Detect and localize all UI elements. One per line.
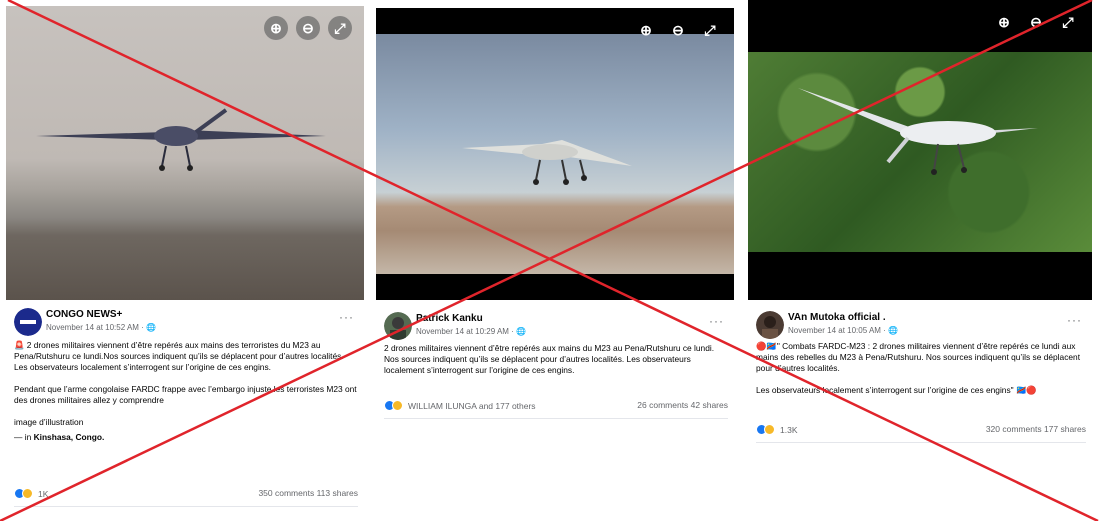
comments-shares-count[interactable]: 320 comments 177 shares xyxy=(986,424,1086,434)
post-location: — in Kinshasa, Congo. xyxy=(14,432,358,443)
post-timestamp[interactable]: November 14 at 10:29 AM · 🌐 xyxy=(416,327,526,336)
fullscreen-icon[interactable]: ⤢ xyxy=(328,16,352,40)
avatar[interactable] xyxy=(384,312,412,340)
divider xyxy=(756,442,1086,443)
zoom-out-icon[interactable]: ⊖ xyxy=(296,16,320,40)
post-photo[interactable]: ⊕ ⊖ ⤢ xyxy=(376,8,734,300)
post-photo[interactable]: ⊕ ⊖ ⤢ xyxy=(6,6,364,300)
post-card-congo-news: ⊕ ⊖ ⤢ CONGO NEWS+ November 14 at 10:52 A… xyxy=(6,0,364,521)
avatar[interactable] xyxy=(756,311,784,339)
zoom-in-icon[interactable]: ⊕ xyxy=(264,16,288,40)
care-reaction-icon xyxy=(22,488,33,499)
care-reaction-icon xyxy=(764,424,775,435)
comments-shares-count[interactable]: 26 comments 42 shares xyxy=(637,400,728,410)
more-options-icon[interactable]: ··· xyxy=(1067,313,1082,327)
avatar[interactable] xyxy=(14,308,42,336)
divider xyxy=(384,418,728,419)
reaction-count: WILLIAM ILUNGA and 177 others xyxy=(408,400,536,411)
reaction-count: 1.3K xyxy=(780,424,798,435)
reaction-count: 1K xyxy=(38,488,49,499)
post-paragraph: Les observateurs localement s’interrogen… xyxy=(756,385,1037,395)
zoom-out-icon[interactable]: ⊖ xyxy=(1024,10,1048,34)
zoom-in-icon[interactable]: ⊕ xyxy=(992,10,1016,34)
divider xyxy=(14,506,358,507)
post-paragraph: 🔴🇨🇩" Combats FARDC-M23 : 2 drones milita… xyxy=(756,341,1081,373)
post-stats: WILLIAM ILUNGA and 177 others 26 comment… xyxy=(384,400,728,414)
post-stats: 1.3K 320 comments 177 shares xyxy=(756,424,1086,438)
care-reaction-icon xyxy=(392,400,403,411)
more-options-icon[interactable]: ··· xyxy=(709,314,724,328)
location-prefix: — in xyxy=(14,432,34,442)
post-paragraph: image d’illustration xyxy=(14,417,84,427)
post-photo[interactable]: ⊕ ⊖ ⤢ xyxy=(748,0,1092,300)
fullscreen-icon[interactable]: ⤢ xyxy=(698,18,722,42)
reactions-summary[interactable]: WILLIAM ILUNGA and 177 others xyxy=(384,400,536,411)
reactions-summary[interactable]: 1K xyxy=(14,488,48,499)
post-card-patrick-kanku: ⊕ ⊖ ⤢ Patrick Kanku November 14 at 10:29… xyxy=(376,0,734,521)
post-timestamp[interactable]: November 14 at 10:52 AM · 🌐 xyxy=(46,323,156,332)
post-author[interactable]: CONGO NEWS+ xyxy=(46,309,122,320)
post-text: 🚨 2 drones militaires viennent d’être re… xyxy=(14,340,358,443)
drone-illustration xyxy=(36,108,326,171)
post-card-van-mutoka: ⊕ ⊖ ⤢ VAn Mutoka official . November 14 … xyxy=(748,0,1092,521)
post-header: Patrick Kanku November 14 at 10:29 AM · … xyxy=(384,312,726,342)
post-paragraph: Pendant que l’arme congolaise FARDC frap… xyxy=(14,384,357,405)
fullscreen-icon[interactable]: ⤢ xyxy=(1056,10,1080,34)
post-author[interactable]: Patrick Kanku xyxy=(416,313,483,324)
zoom-in-icon[interactable]: ⊕ xyxy=(634,18,658,42)
drone-illustration xyxy=(798,88,1038,175)
image-zoom-controls: ⊕ ⊖ ⤢ xyxy=(992,10,1080,34)
post-paragraph: 2 drones militaires viennent d’être repé… xyxy=(384,343,715,375)
post-text: 🔴🇨🇩" Combats FARDC-M23 : 2 drones milita… xyxy=(756,341,1086,396)
post-stats: 1K 350 comments 113 shares xyxy=(14,488,358,502)
post-text: 2 drones militaires viennent d’être repé… xyxy=(384,343,728,376)
image-zoom-controls: ⊕ ⊖ ⤢ xyxy=(264,16,352,40)
post-author[interactable]: VAn Mutoka official . xyxy=(788,312,886,323)
drone-illustration xyxy=(462,140,632,185)
comments-shares-count[interactable]: 350 comments 113 shares xyxy=(258,488,358,498)
post-header: VAn Mutoka official . November 14 at 10:… xyxy=(756,311,1084,341)
reactions-summary[interactable]: 1.3K xyxy=(756,424,798,435)
image-zoom-controls: ⊕ ⊖ ⤢ xyxy=(634,18,722,42)
more-options-icon[interactable]: ··· xyxy=(339,310,354,324)
zoom-out-icon[interactable]: ⊖ xyxy=(666,18,690,42)
post-paragraph: 🚨 2 drones militaires viennent d’être re… xyxy=(14,340,344,372)
post-header: CONGO NEWS+ November 14 at 10:52 AM · 🌐 … xyxy=(14,308,356,338)
post-timestamp[interactable]: November 14 at 10:05 AM · 🌐 xyxy=(788,326,898,335)
location-link[interactable]: Kinshasa, Congo. xyxy=(34,432,105,442)
